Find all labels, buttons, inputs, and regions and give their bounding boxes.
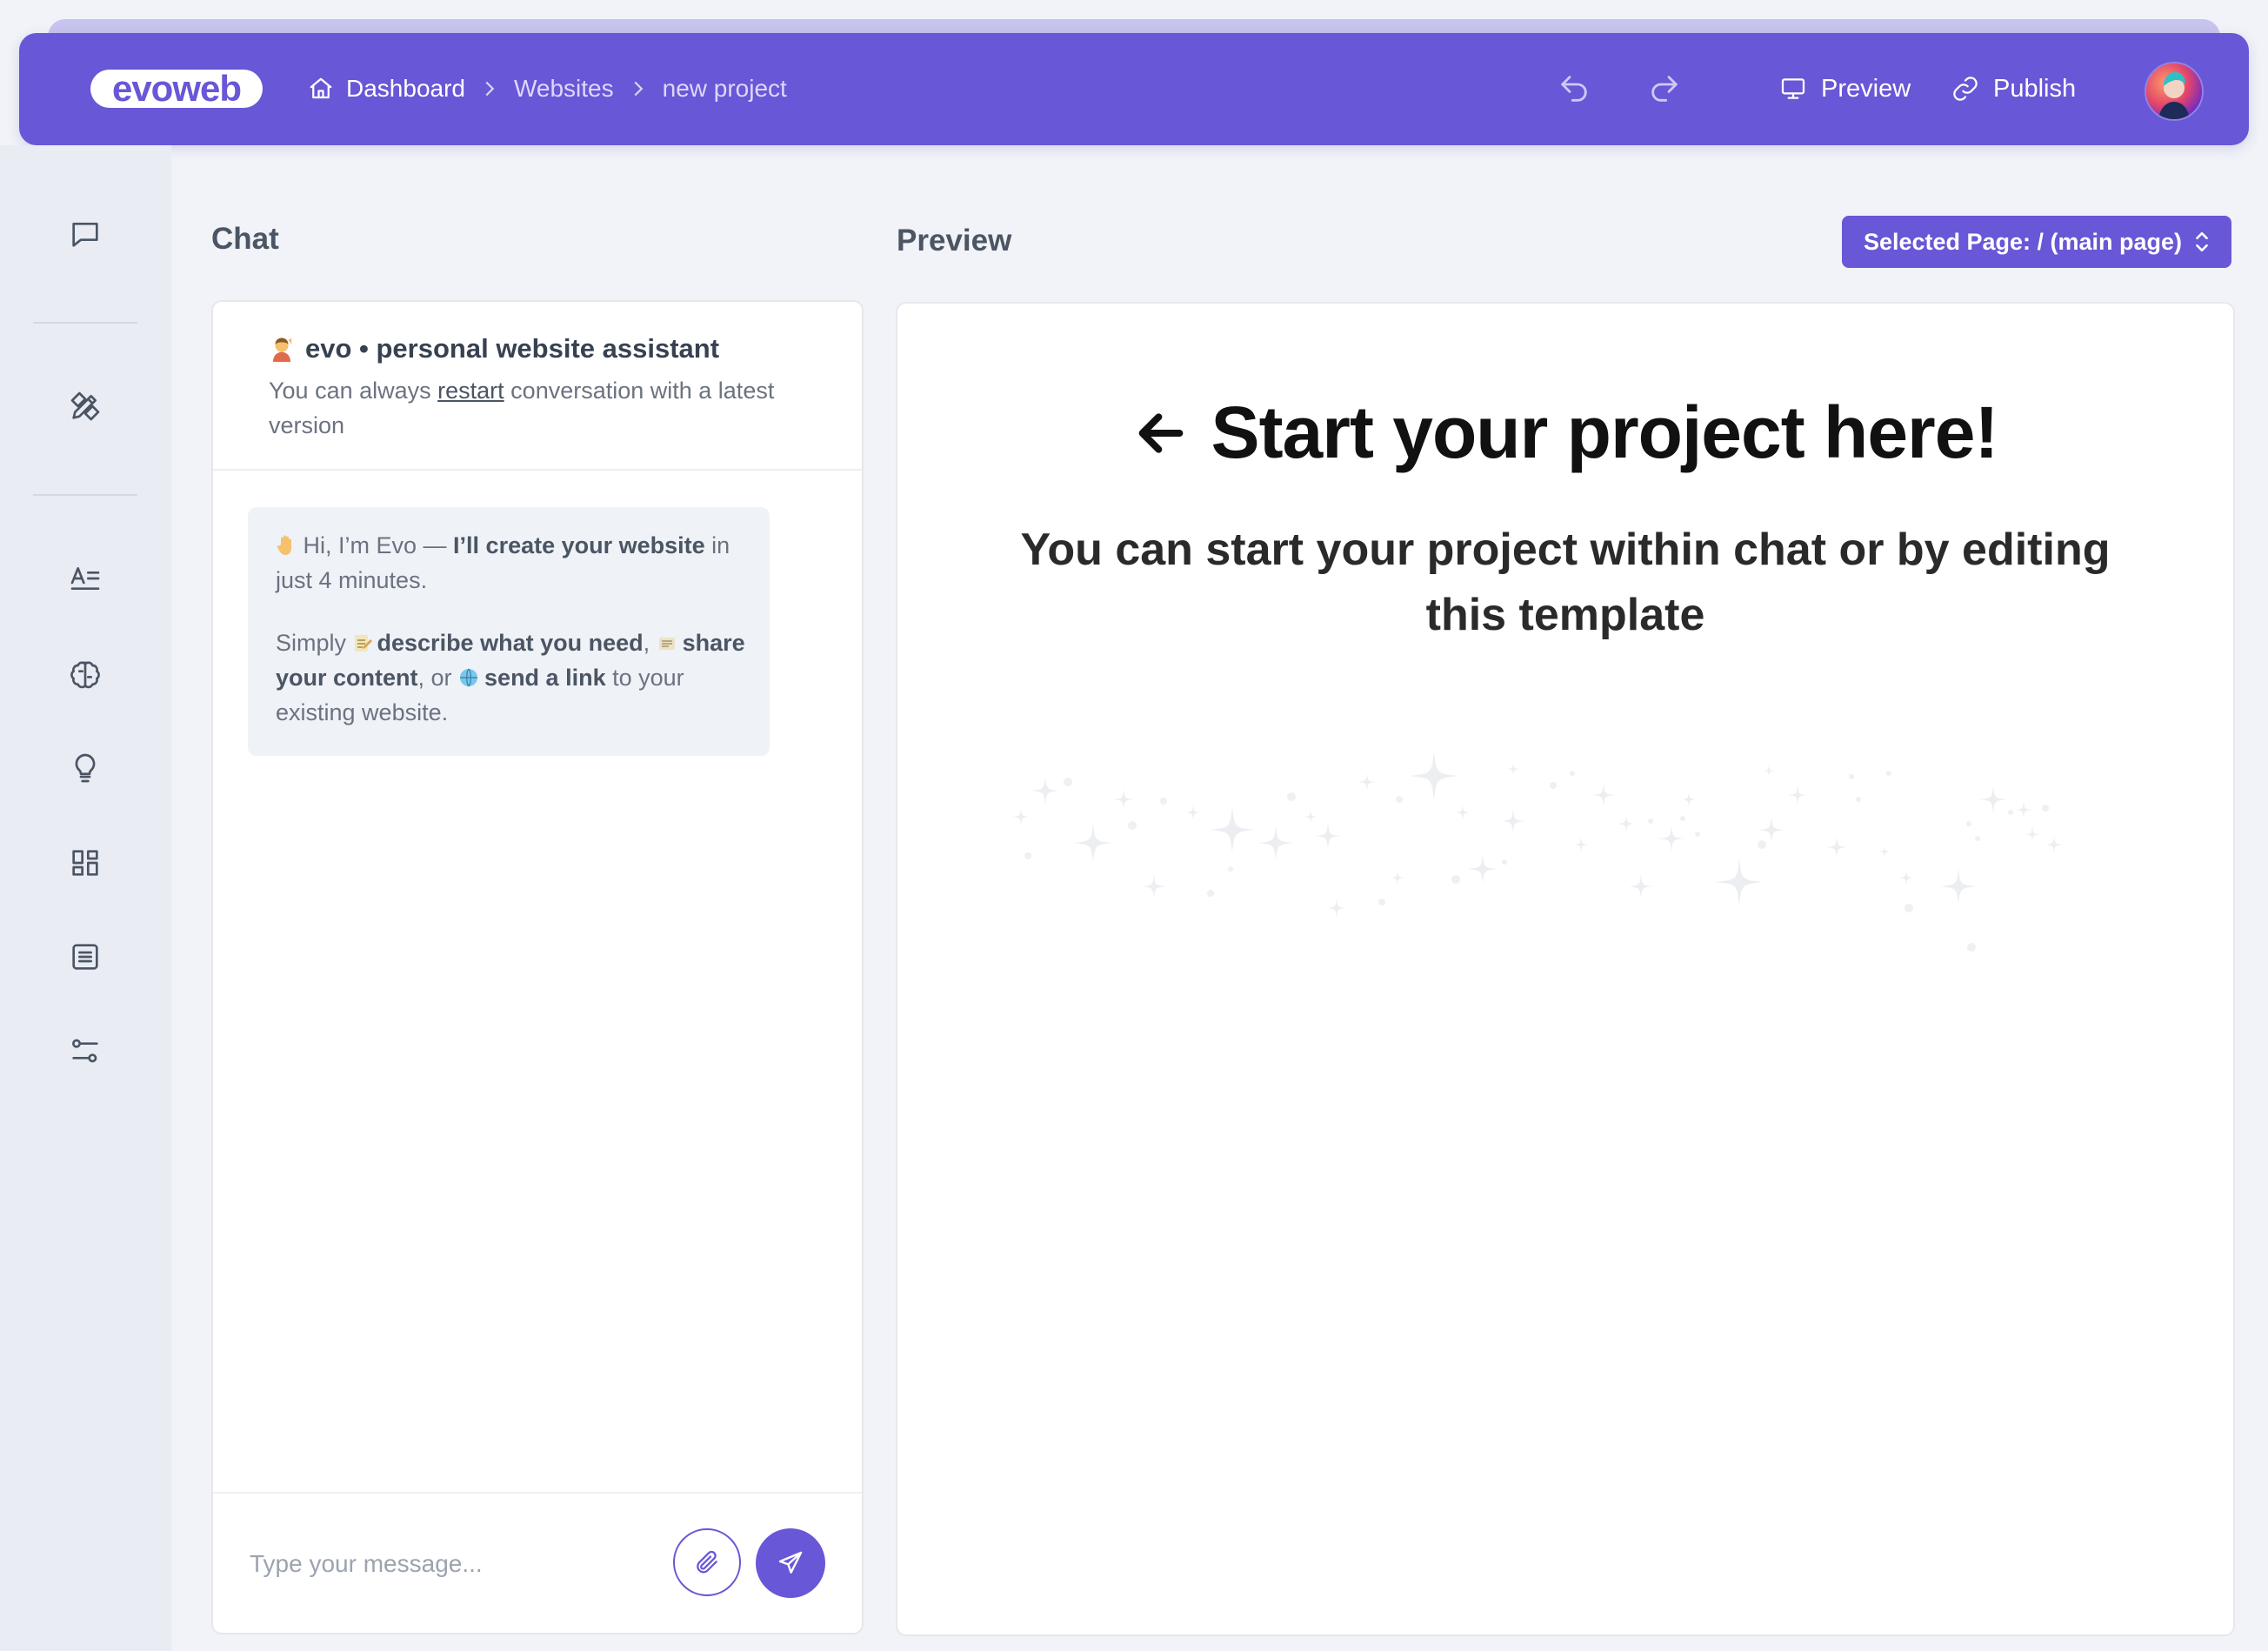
- settings-sliders-icon[interactable]: [68, 1033, 103, 1068]
- monitor-icon: [1779, 75, 1807, 103]
- link-bold: send a link: [484, 665, 606, 691]
- home-icon: [308, 76, 334, 102]
- chat-header-title-text: evo • personal website assistant: [305, 333, 720, 364]
- comma-text: ,: [643, 630, 650, 656]
- sparkles-decoration: [1012, 752, 2063, 952]
- page-selector-label: Selected Page: / (main page): [1863, 228, 2183, 255]
- assistant-message-text: Hi, I’m Evo — I’ll create your website i…: [276, 528, 745, 730]
- describe-bold: describe what you need: [377, 630, 644, 656]
- send-button[interactable]: [756, 1528, 825, 1598]
- chevron-right-icon: [631, 80, 645, 97]
- preview-button-label: Preview: [1821, 74, 1911, 103]
- assistant-emoji-icon: [269, 336, 295, 362]
- memo-emoji-icon: [353, 632, 372, 653]
- preview-subheadline: You can start your project within chat o…: [1020, 525, 2111, 640]
- greeting-text: Hi, I’m Evo —: [303, 532, 454, 558]
- publish-button-label: Publish: [1993, 74, 2077, 103]
- brain-icon[interactable]: [68, 657, 103, 692]
- left-rail: [0, 145, 171, 1651]
- preview-headline-text: Start your project here!: [1211, 391, 1999, 473]
- lightbulb-icon[interactable]: [68, 751, 103, 785]
- publish-button[interactable]: Publish: [1951, 70, 2076, 108]
- send-icon: [777, 1549, 804, 1577]
- globe-emoji-icon: [458, 667, 479, 688]
- simply-text: Simply: [276, 630, 353, 656]
- chat-icon[interactable]: [68, 217, 103, 251]
- link-icon: [1951, 75, 1979, 103]
- chat-header: evo • personal website assistant You can…: [213, 302, 862, 471]
- preview-panel[interactable]: Start your project here! You can start y…: [896, 302, 2235, 1636]
- design-tools-icon[interactable]: [68, 389, 103, 424]
- assistant-message: Hi, I’m Evo — I’ll create your website i…: [248, 507, 770, 756]
- top-navbar: evoweb Dashboard Websites new project Pr…: [19, 33, 2249, 145]
- greeting-bold: I’ll create your website: [453, 532, 705, 558]
- preview-button[interactable]: Preview: [1779, 70, 1911, 108]
- chat-header-title: evo • personal website assistant: [269, 333, 719, 364]
- preview-section-title: Preview: [897, 224, 1012, 257]
- page-selector[interactable]: Selected Page: / (main page): [1842, 216, 2231, 268]
- rail-divider: [33, 322, 137, 324]
- avatar[interactable]: [2145, 62, 2204, 121]
- scroll-emoji-icon: [657, 634, 677, 653]
- attach-button[interactable]: [673, 1528, 741, 1596]
- chevron-right-icon: [483, 80, 497, 97]
- preview-headline: Start your project here!: [897, 391, 2233, 475]
- layout-grid-icon[interactable]: [68, 846, 103, 880]
- breadcrumb-dashboard[interactable]: Dashboard: [308, 75, 465, 103]
- chat-header-subtitle: You can always restart conversation with…: [269, 373, 808, 443]
- restart-link[interactable]: restart: [437, 378, 504, 404]
- hand-emoji-icon: [276, 534, 297, 557]
- chat-section-title: Chat: [211, 222, 279, 256]
- chevron-up-down-icon: [2194, 230, 2210, 254]
- breadcrumb-websites[interactable]: Websites: [514, 75, 614, 103]
- breadcrumb-current: new project: [662, 75, 787, 102]
- subtitle-prefix: You can always: [269, 378, 438, 404]
- undo-icon[interactable]: [1557, 71, 1591, 106]
- logo[interactable]: evoweb: [90, 68, 263, 109]
- chat-footer-divider: [213, 1492, 862, 1494]
- chat-panel: evo • personal website assistant You can…: [211, 300, 864, 1634]
- or-text: , or: [417, 665, 459, 691]
- message-input[interactable]: [248, 1537, 651, 1591]
- breadcrumb: Dashboard Websites new project: [308, 71, 787, 106]
- content-list-icon[interactable]: [68, 939, 103, 974]
- redo-icon[interactable]: [1647, 71, 1682, 106]
- typography-icon[interactable]: [68, 561, 103, 596]
- paperclip-icon: [693, 1548, 721, 1576]
- rail-divider: [33, 494, 137, 496]
- arrow-left-icon: [1133, 405, 1189, 461]
- breadcrumb-dashboard-label: Dashboard: [346, 75, 465, 102]
